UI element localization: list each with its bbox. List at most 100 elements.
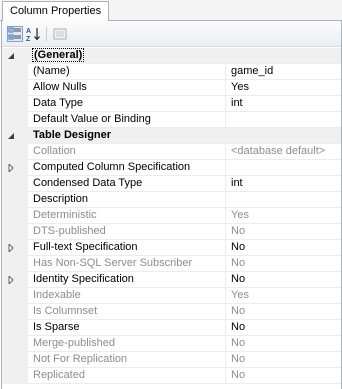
row-gutter: [2, 112, 28, 128]
row-gutter: [2, 144, 28, 160]
property-name: Full-text Specification: [28, 240, 226, 256]
property-name: Is Columnset: [28, 304, 226, 320]
categorized-icon: [8, 27, 21, 40]
collapse-arrow-icon[interactable]: [7, 52, 15, 60]
property-name: Deterministic: [28, 208, 226, 224]
property-name: Merge-published: [28, 336, 226, 352]
property-name: Collation: [28, 144, 226, 160]
collapse-arrow-icon[interactable]: [7, 132, 15, 140]
property-row[interactable]: Allow Nulls Yes: [2, 80, 341, 96]
property-value[interactable]: No: [227, 304, 341, 320]
expand-arrow-icon[interactable]: [7, 164, 15, 172]
categorized-button[interactable]: [7, 26, 23, 42]
toolbar-separator: [46, 27, 47, 41]
property-grid-panel: A Z (General) (Name) game_id Allow Nulls Yes…: [1, 21, 342, 389]
svg-text:Z: Z: [26, 36, 31, 42]
row-gutter: [2, 304, 28, 320]
alphabetical-sort-icon: A Z: [26, 28, 40, 42]
row-gutter: [2, 176, 28, 192]
row-gutter: [2, 96, 28, 112]
property-row[interactable]: Default Value or Binding: [2, 112, 341, 128]
property-name: Is Sparse: [28, 320, 226, 336]
row-gutter: [2, 208, 28, 224]
property-row[interactable]: Indexable Yes: [2, 288, 341, 304]
property-row[interactable]: Identity Specification No: [2, 272, 341, 288]
property-row[interactable]: Condensed Data Type int: [2, 176, 341, 192]
property-row[interactable]: Is Columnset No: [2, 304, 341, 320]
property-row[interactable]: DTS-published No: [2, 224, 341, 240]
row-gutter: [2, 352, 28, 368]
row-gutter: [2, 240, 28, 256]
property-name: Indexable: [28, 288, 226, 304]
property-name: Replicated: [28, 368, 226, 384]
property-name: Allow Nulls: [28, 80, 226, 96]
property-name: Computed Column Specification: [28, 160, 226, 176]
property-value[interactable]: No: [227, 240, 341, 256]
property-pages-button[interactable]: [52, 26, 68, 42]
property-value[interactable]: Yes: [227, 208, 341, 224]
property-row[interactable]: (Name) game_id: [2, 64, 341, 80]
property-category-row[interactable]: Table Designer: [2, 128, 341, 144]
row-gutter: [2, 160, 28, 176]
property-value[interactable]: Yes: [227, 80, 341, 96]
row-gutter: [2, 48, 28, 64]
property-row[interactable]: Merge-published No: [2, 336, 341, 352]
tab-column-properties[interactable]: Column Properties: [2, 1, 110, 22]
category-label: Table Designer: [33, 129, 112, 141]
property-value[interactable]: No: [227, 224, 341, 240]
property-value[interactable]: int: [227, 96, 341, 112]
row-gutter: [2, 336, 28, 352]
row-gutter: [2, 368, 28, 384]
row-gutter: [2, 224, 28, 240]
svg-text:A: A: [26, 28, 31, 35]
property-value[interactable]: No: [227, 368, 341, 384]
property-name: DTS-published: [28, 224, 226, 240]
property-row[interactable]: Full-text Specification No: [2, 240, 341, 256]
property-value[interactable]: <database default>: [227, 144, 341, 160]
tab-strip: Column Properties: [0, 0, 342, 22]
property-name: Not For Replication: [28, 352, 226, 368]
row-gutter: [2, 272, 28, 288]
column-properties-window: Column Properties A Z (General) (Name) g…: [0, 0, 342, 389]
alphabetical-button[interactable]: A Z: [26, 26, 42, 42]
row-gutter: [2, 64, 28, 80]
property-row[interactable]: Replicated No: [2, 368, 341, 384]
property-value[interactable]: [227, 160, 341, 176]
property-pages-icon: [53, 28, 67, 40]
property-row[interactable]: Has Non-SQL Server Subscriber No: [2, 256, 341, 272]
property-row[interactable]: Collation <database default>: [2, 144, 341, 160]
property-category-row[interactable]: (General): [2, 48, 341, 64]
expand-arrow-icon[interactable]: [7, 276, 15, 284]
property-name: Identity Specification: [28, 272, 226, 288]
property-row[interactable]: Not For Replication No: [2, 352, 341, 368]
property-value[interactable]: int: [227, 176, 341, 192]
property-name: Has Non-SQL Server Subscriber: [28, 256, 226, 272]
property-value[interactable]: No: [227, 272, 341, 288]
property-name: Default Value or Binding: [28, 112, 226, 128]
row-gutter: [2, 320, 28, 336]
row-gutter: [2, 192, 28, 208]
row-gutter: [2, 80, 28, 96]
property-value[interactable]: No: [227, 256, 341, 272]
property-name: (Name): [28, 64, 226, 80]
property-row[interactable]: Deterministic Yes: [2, 208, 341, 224]
category-label: (General): [28, 48, 341, 64]
property-value[interactable]: No: [227, 336, 341, 352]
property-value[interactable]: [227, 192, 341, 208]
property-row[interactable]: Is Sparse No: [2, 320, 341, 336]
property-row[interactable]: Data Type int: [2, 96, 341, 112]
property-value[interactable]: [227, 112, 341, 128]
property-grid: (General) (Name) game_id Allow Nulls Yes Data…: [2, 48, 341, 384]
property-grid-toolbar: A Z: [2, 21, 341, 47]
selected-category-label: (General): [31, 48, 85, 62]
property-name: Condensed Data Type: [28, 176, 226, 192]
property-value[interactable]: Yes: [227, 288, 341, 304]
property-value[interactable]: No: [227, 320, 341, 336]
property-row[interactable]: Computed Column Specification: [2, 160, 341, 176]
property-value[interactable]: game_id: [227, 64, 341, 80]
property-value[interactable]: No: [227, 352, 341, 368]
property-name: Data Type: [28, 96, 226, 112]
property-row[interactable]: Description: [2, 192, 341, 208]
row-gutter: [2, 256, 28, 272]
expand-arrow-icon[interactable]: [7, 244, 15, 252]
